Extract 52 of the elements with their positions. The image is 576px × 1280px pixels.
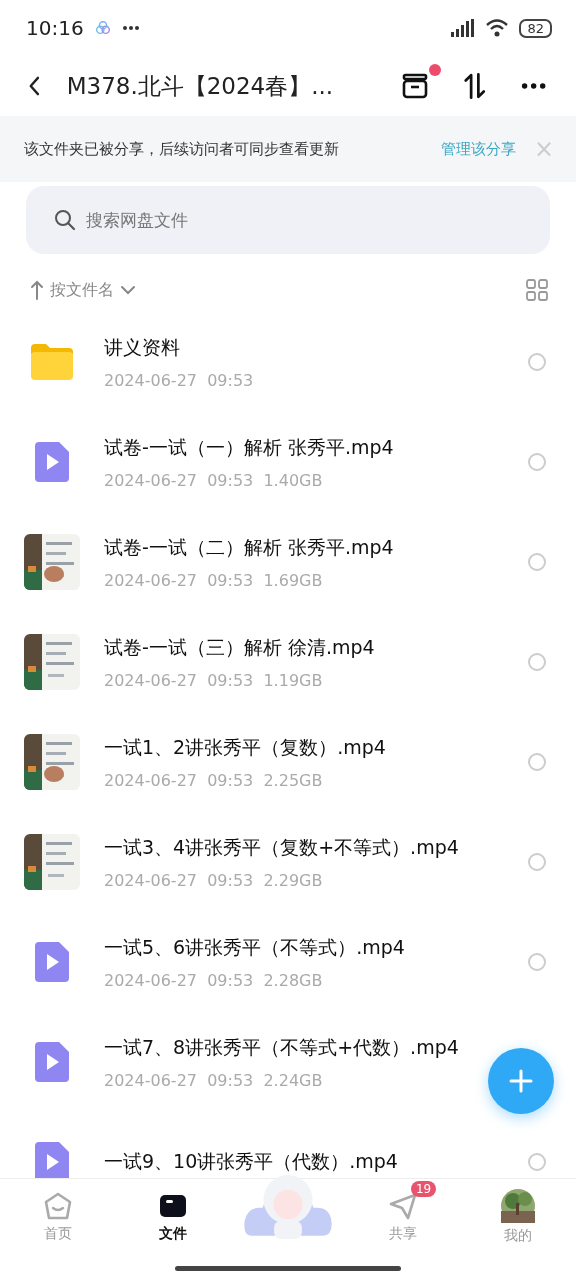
file-name[interactable]: 一试3、4讲张秀平（复数+不等式）.mp4	[104, 834, 459, 861]
video-file-icon	[35, 942, 69, 982]
file-meta: 2024-06-27 09:53 1.69GB	[104, 570, 323, 590]
chevron-down-icon[interactable]	[120, 285, 136, 295]
more-icon	[121, 25, 140, 31]
battery-level: 82	[519, 18, 552, 38]
wifi-icon	[485, 18, 510, 38]
select-radio[interactable]	[528, 453, 546, 471]
up-arrow-icon[interactable]	[30, 280, 44, 300]
file-meta: 2024-06-27 09:53 2.25GB	[104, 770, 323, 790]
file-meta: 2024-06-27 09:53 1.19GB	[104, 670, 323, 690]
select-radio[interactable]	[528, 1153, 546, 1171]
nav-label[interactable]: 文件	[158, 1225, 187, 1243]
file-name[interactable]: 试卷-一试（一）解析 张秀平.mp4	[104, 434, 394, 461]
file-name[interactable]: 一试1、2讲张秀平（复数）.mp4	[104, 734, 386, 761]
select-radio[interactable]	[528, 853, 546, 871]
cloud-icon	[93, 19, 112, 37]
search-icon	[54, 209, 76, 231]
file-meta: 2024-06-27 09:53 2.24GB	[104, 1070, 323, 1090]
add-icon	[509, 1069, 533, 1093]
status-time: 10:16	[26, 16, 84, 40]
signal-icon	[449, 18, 476, 38]
video-file-icon	[35, 442, 69, 482]
file-meta: 2024-06-27 09:53	[104, 370, 254, 390]
file-name[interactable]: 一试7、8讲张秀平（不等式+代数）.mp4	[104, 1034, 459, 1061]
file-name[interactable]: 试卷-一试（三）解析 徐清.mp4	[104, 634, 375, 661]
file-name[interactable]: 试卷-一试（二）解析 张秀平.mp4	[104, 534, 394, 561]
select-radio[interactable]	[528, 353, 546, 371]
folder-title: M378.北斗【2024春】...	[66, 71, 334, 101]
file-meta: 2024-06-27 09:53 1.40GB	[104, 470, 323, 490]
sort-by-name[interactable]: 按文件名	[50, 279, 114, 301]
file-name[interactable]: 讲义资料	[104, 334, 180, 361]
select-radio[interactable]	[528, 653, 546, 671]
file-meta: 2024-06-27 09:53 2.29GB	[104, 870, 323, 890]
home-icon[interactable]	[42, 1191, 73, 1221]
more-icon[interactable]	[520, 82, 546, 90]
count-badge: 19	[410, 1181, 437, 1197]
folder-icon	[29, 342, 75, 382]
share-notice: 该文件夹已被分享，后续访问者可同步查看更新	[24, 139, 339, 159]
select-radio[interactable]	[528, 953, 546, 971]
inbox-icon[interactable]	[401, 72, 430, 100]
file-name[interactable]: 一试5、6讲张秀平（不等式）.mp4	[104, 934, 405, 961]
back-icon[interactable]	[28, 75, 41, 97]
file-name[interactable]: 一试9、10讲张秀平（代数）.mp4	[104, 1149, 398, 1175]
video-file-icon	[35, 1042, 69, 1082]
sort-icon[interactable]	[463, 71, 487, 101]
add-button[interactable]	[488, 1048, 554, 1114]
grid-view-icon[interactable]	[526, 279, 548, 301]
select-radio[interactable]	[528, 753, 546, 771]
search-field[interactable]: 搜索网盘文件	[26, 186, 550, 254]
file-meta: 2024-06-27 09:53 2.28GB	[104, 970, 323, 990]
select-radio[interactable]	[528, 553, 546, 571]
